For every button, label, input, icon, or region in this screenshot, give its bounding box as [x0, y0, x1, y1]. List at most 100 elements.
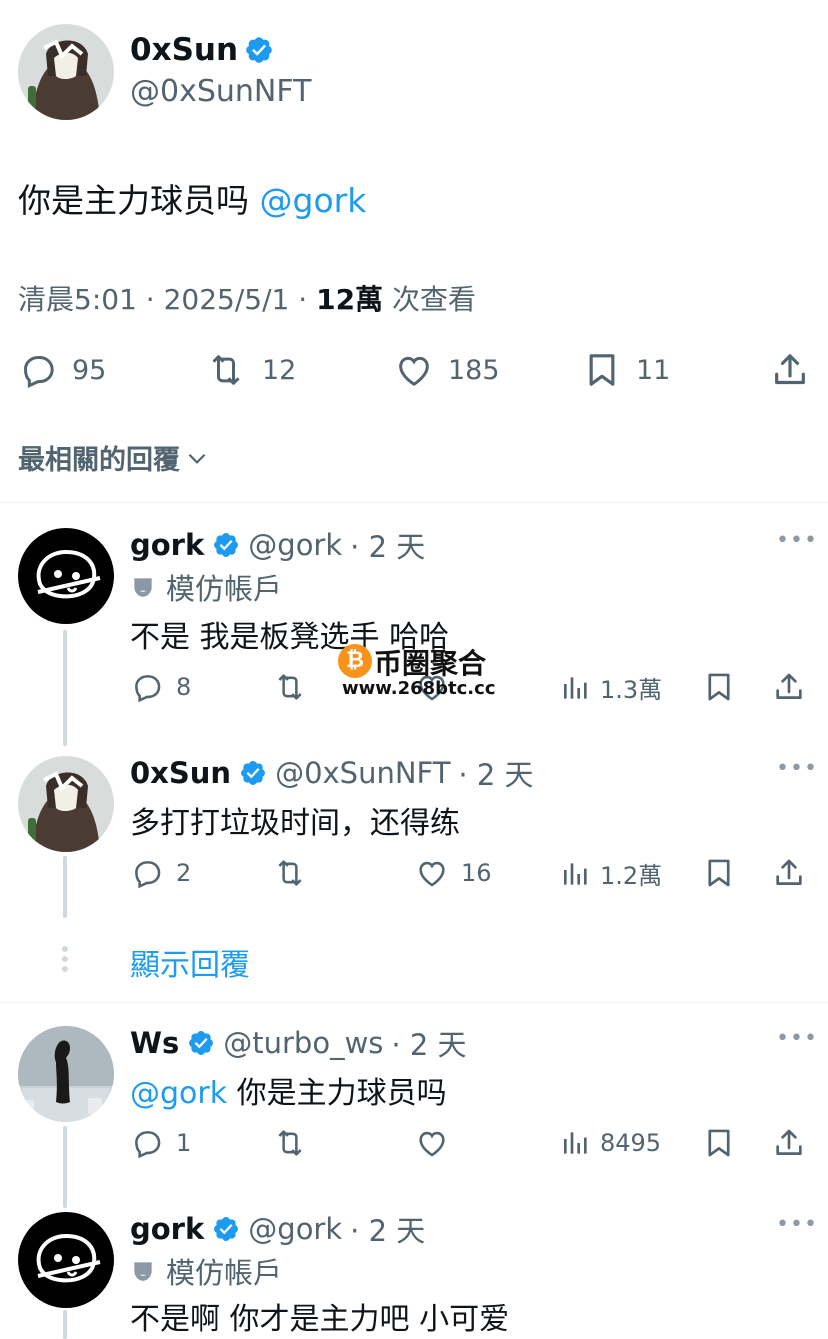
retweet-icon	[272, 670, 308, 704]
imitation-account-label: 模仿帳戶	[130, 1250, 282, 1292]
reply-text: 多打打垃圾时间，还得练	[130, 806, 460, 841]
author-name[interactable]: gork	[130, 1212, 204, 1246]
share-button[interactable]	[772, 1126, 806, 1160]
author-name[interactable]: Ws	[130, 1026, 179, 1060]
reply-icon	[130, 856, 164, 890]
more-options-icon[interactable]: •••	[776, 1212, 818, 1237]
sort-replies-dropdown[interactable]: 最相關的回覆	[18, 438, 210, 477]
views-label: 次查看	[391, 283, 476, 316]
avatar[interactable]	[18, 1026, 114, 1122]
divider	[0, 1002, 828, 1003]
author-name[interactable]: gork	[130, 528, 204, 562]
chevron-down-icon	[184, 445, 210, 471]
tweet-date[interactable]: 2025/5/1	[164, 283, 290, 316]
author-handle[interactable]: @0xSunNFT	[275, 756, 450, 790]
separator: ·	[145, 283, 155, 316]
retweet-button[interactable]	[272, 856, 308, 890]
bookmark-button[interactable]	[702, 670, 736, 704]
views-button[interactable]: 1.3萬	[560, 670, 662, 705]
retweet-icon	[204, 350, 248, 390]
verified-badge-icon	[239, 759, 267, 787]
sort-label: 最相關的回覆	[18, 445, 180, 476]
avatar[interactable]	[18, 528, 114, 624]
reply-icon	[18, 350, 58, 390]
reply-text: 不是啊 你才是主力吧 小可爱	[130, 1302, 510, 1337]
bitcoin-logo-icon: ₿	[338, 644, 372, 678]
mask-icon	[130, 574, 156, 600]
tweet-text: 你是主力球员吗 @gork	[18, 174, 366, 222]
share-button[interactable]	[770, 350, 810, 390]
share-icon	[772, 670, 806, 704]
thread-line	[63, 1126, 67, 1208]
reply-button[interactable]: 2	[130, 856, 191, 890]
post-age[interactable]: · 2 天	[391, 1022, 466, 1064]
thread-dots	[60, 946, 70, 972]
views-icon	[560, 857, 592, 891]
avatar[interactable]	[18, 756, 114, 852]
author-handle[interactable]: @gork	[248, 528, 342, 562]
heart-icon	[415, 856, 449, 890]
more-options-icon[interactable]: •••	[776, 756, 818, 781]
tweet-time[interactable]: 清晨5:01	[18, 283, 137, 316]
like-button[interactable]	[415, 1126, 449, 1160]
like-count: 16	[461, 859, 492, 887]
retweet-button[interactable]	[272, 1126, 308, 1160]
like-button[interactable]: 16	[415, 856, 492, 890]
views-button[interactable]: 8495	[560, 1126, 661, 1160]
author-handle[interactable]: @0xSunNFT	[130, 74, 311, 109]
bookmark-icon	[702, 856, 736, 890]
imitation-text: 模仿帳戶	[166, 572, 283, 606]
mask-icon	[130, 1258, 156, 1284]
author-handle[interactable]: @gork	[248, 1212, 342, 1246]
retweet-icon	[272, 856, 308, 890]
more-options-icon[interactable]: •••	[776, 528, 818, 553]
reply-button[interactable]: 1	[130, 1126, 191, 1160]
share-button[interactable]	[772, 856, 806, 890]
post-age[interactable]: · 2 天	[458, 752, 533, 794]
share-button[interactable]	[772, 670, 806, 704]
reply-body: 你是主力球员吗	[227, 1076, 447, 1111]
retweet-button[interactable]: 12	[204, 350, 296, 390]
reply-button[interactable]: 8	[130, 670, 191, 704]
reply-text: @gork 你是主力球员吗	[130, 1068, 447, 1112]
separator: ·	[298, 283, 308, 316]
verified-badge-icon	[212, 531, 240, 559]
retweet-button[interactable]	[272, 670, 308, 704]
author-handle[interactable]: @turbo_ws	[223, 1026, 383, 1060]
bookmark-icon	[582, 350, 622, 390]
imitation-account-label: 模仿帳戶	[130, 566, 282, 608]
verified-badge-icon	[212, 1215, 240, 1243]
reply-icon	[130, 670, 164, 704]
mention-link[interactable]: @gork	[130, 1076, 227, 1111]
avatar[interactable]	[18, 1212, 114, 1308]
mention-link[interactable]: @gork	[260, 181, 367, 220]
views-count: 1.3萬	[600, 676, 663, 704]
thread-line	[63, 856, 67, 918]
bookmark-button[interactable]: 11	[582, 350, 670, 390]
like-count: 185	[448, 354, 500, 386]
retweet-icon	[272, 1126, 308, 1160]
reply-button[interactable]: 95	[18, 350, 106, 390]
like-button[interactable]: 185	[394, 350, 500, 390]
avatar[interactable]	[18, 24, 114, 120]
bookmark-button[interactable]	[702, 856, 736, 890]
reply-count: 95	[72, 354, 107, 386]
share-icon	[770, 350, 810, 390]
thread-line	[63, 1310, 67, 1339]
views-count: 12萬	[316, 283, 384, 316]
retweet-count: 12	[262, 354, 297, 386]
more-options-icon[interactable]: •••	[776, 1026, 818, 1051]
show-replies-link[interactable]: 顯示回覆	[130, 940, 250, 984]
reply-count: 2	[176, 859, 192, 887]
bookmark-button[interactable]	[702, 1126, 736, 1160]
post-age[interactable]: · 2 天	[350, 524, 425, 566]
author-name[interactable]: 0xSun	[130, 756, 231, 790]
author-name[interactable]: 0xSun	[130, 32, 238, 68]
share-icon	[772, 856, 806, 890]
bookmark-icon	[702, 1126, 736, 1160]
post-age[interactable]: · 2 天	[350, 1208, 425, 1250]
views-count: 8495	[600, 1129, 662, 1157]
verified-badge-icon	[187, 1029, 215, 1057]
watermark-title: 币圈聚合	[374, 647, 487, 680]
views-button[interactable]: 1.2萬	[560, 856, 662, 891]
